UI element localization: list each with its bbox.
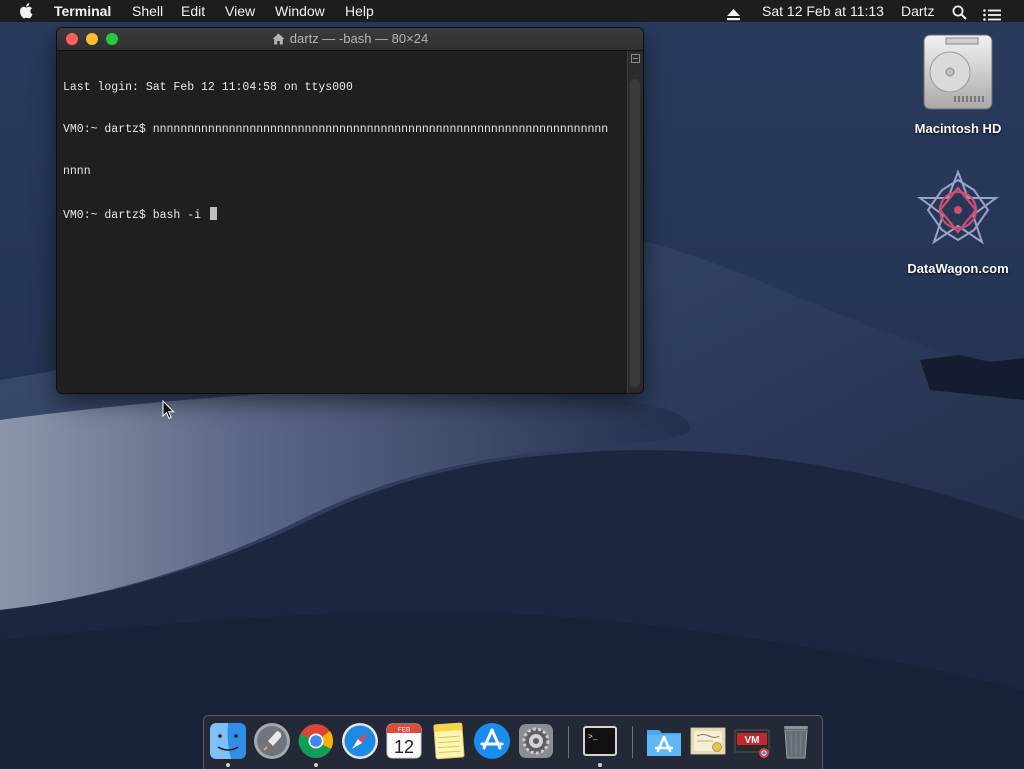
apple-menu[interactable] <box>19 2 33 24</box>
desktop-icon-label: Macintosh HD <box>914 121 1002 136</box>
running-indicator <box>598 763 602 767</box>
dock-terminal[interactable]: >_ <box>581 722 619 760</box>
safari-icon <box>342 723 378 759</box>
calendar-day: 12 <box>394 737 414 757</box>
dock-vm-installer[interactable]: VM <box>733 722 771 760</box>
scrollbar-track <box>630 79 640 387</box>
mouse-cursor-icon <box>162 400 175 420</box>
calendar-month: FEB <box>398 727 411 734</box>
svg-text:VM: VM <box>745 735 760 746</box>
datawagon-icon <box>916 169 1000 245</box>
dock-calendar[interactable]: FEB 12 <box>385 722 423 760</box>
dock-applications-folder[interactable] <box>645 722 683 760</box>
terminal-output[interactable]: Last login: Sat Feb 12 11:04:58 on ttys0… <box>57 51 627 393</box>
dock-launchpad[interactable] <box>253 722 291 760</box>
eject-icon[interactable] <box>727 5 740 27</box>
terminal-line: nnnn <box>63 165 91 178</box>
text-cursor <box>209 207 217 220</box>
menu-bar: Terminal Shell Edit View Window Help Sat… <box>0 0 1024 22</box>
app-store-icon <box>474 723 510 759</box>
window-title: dartz — -bash — 80×24 <box>57 28 643 50</box>
dock-separator <box>632 726 633 758</box>
svg-text:>_: >_ <box>588 733 598 742</box>
system-preferences-icon <box>519 724 553 758</box>
desktop-icon-label: DataWagon.com <box>907 261 1009 276</box>
notes-icon <box>433 722 465 760</box>
terminal-window[interactable]: dartz — -bash — 80×24 Last login: Sat Fe… <box>57 28 643 393</box>
dock-separator <box>568 726 569 758</box>
notification-center-icon[interactable] <box>983 5 1001 27</box>
calendar-icon: FEB 12 <box>386 723 422 759</box>
terminal-icon: >_ <box>583 726 617 756</box>
dock-certificate[interactable] <box>689 722 727 760</box>
terminal-line: VM0:~ dartz$ nnnnnnnnnnnnnnnnnnnnnnnnnnn… <box>63 123 609 136</box>
menu-shell[interactable]: Shell <box>132 0 163 22</box>
menu-edit[interactable]: Edit <box>181 0 205 22</box>
trash-icon <box>784 726 808 759</box>
dock-notes[interactable] <box>429 722 467 760</box>
finder-icon <box>210 723 246 759</box>
certificate-icon <box>690 727 726 755</box>
menu-view[interactable]: View <box>225 0 255 22</box>
apple-icon <box>20 3 33 19</box>
dock-safari[interactable] <box>341 722 379 760</box>
split-pane-icon[interactable] <box>631 54 640 63</box>
menu-app-terminal[interactable]: Terminal <box>54 0 111 22</box>
dock-app-store[interactable] <box>473 722 511 760</box>
terminal-line: VM0:~ dartz$ bash -i <box>63 209 208 222</box>
dock-finder[interactable] <box>209 722 247 760</box>
applications-folder-icon <box>647 730 681 756</box>
window-title-text: dartz — -bash — 80×24 <box>289 31 429 46</box>
dock-system-preferences[interactable] <box>517 722 555 760</box>
desktop-icon-macintosh-hd[interactable]: Macintosh HD <box>898 32 1018 136</box>
menu-window[interactable]: Window <box>275 0 325 22</box>
menubar-user[interactable]: Dartz <box>901 0 934 22</box>
terminal-prompt-line: VM0:~ dartz$ bash -i <box>63 207 627 222</box>
terminal-line: Last login: Sat Feb 12 11:04:58 on ttys0… <box>63 81 353 94</box>
home-folder-icon <box>272 33 285 45</box>
vertical-scrollbar[interactable] <box>627 51 643 393</box>
chrome-icon <box>298 724 334 758</box>
running-indicator <box>226 763 230 767</box>
dock-chrome[interactable] <box>297 722 335 760</box>
menubar-clock[interactable]: Sat 12 Feb at 11:13 <box>762 0 884 22</box>
running-indicator <box>314 763 318 767</box>
dock-trash[interactable] <box>777 722 815 760</box>
menu-help[interactable]: Help <box>345 0 374 22</box>
launchpad-icon <box>254 723 290 759</box>
window-titlebar[interactable]: dartz — -bash — 80×24 <box>57 28 643 51</box>
vm-installer-icon: VM <box>734 729 770 758</box>
hard-drive-icon <box>923 34 993 110</box>
dock: FEB 12 >_ VM <box>203 715 823 769</box>
desktop-icon-datawagon[interactable]: DataWagon.com <box>898 168 1018 276</box>
search-icon[interactable] <box>952 4 967 26</box>
